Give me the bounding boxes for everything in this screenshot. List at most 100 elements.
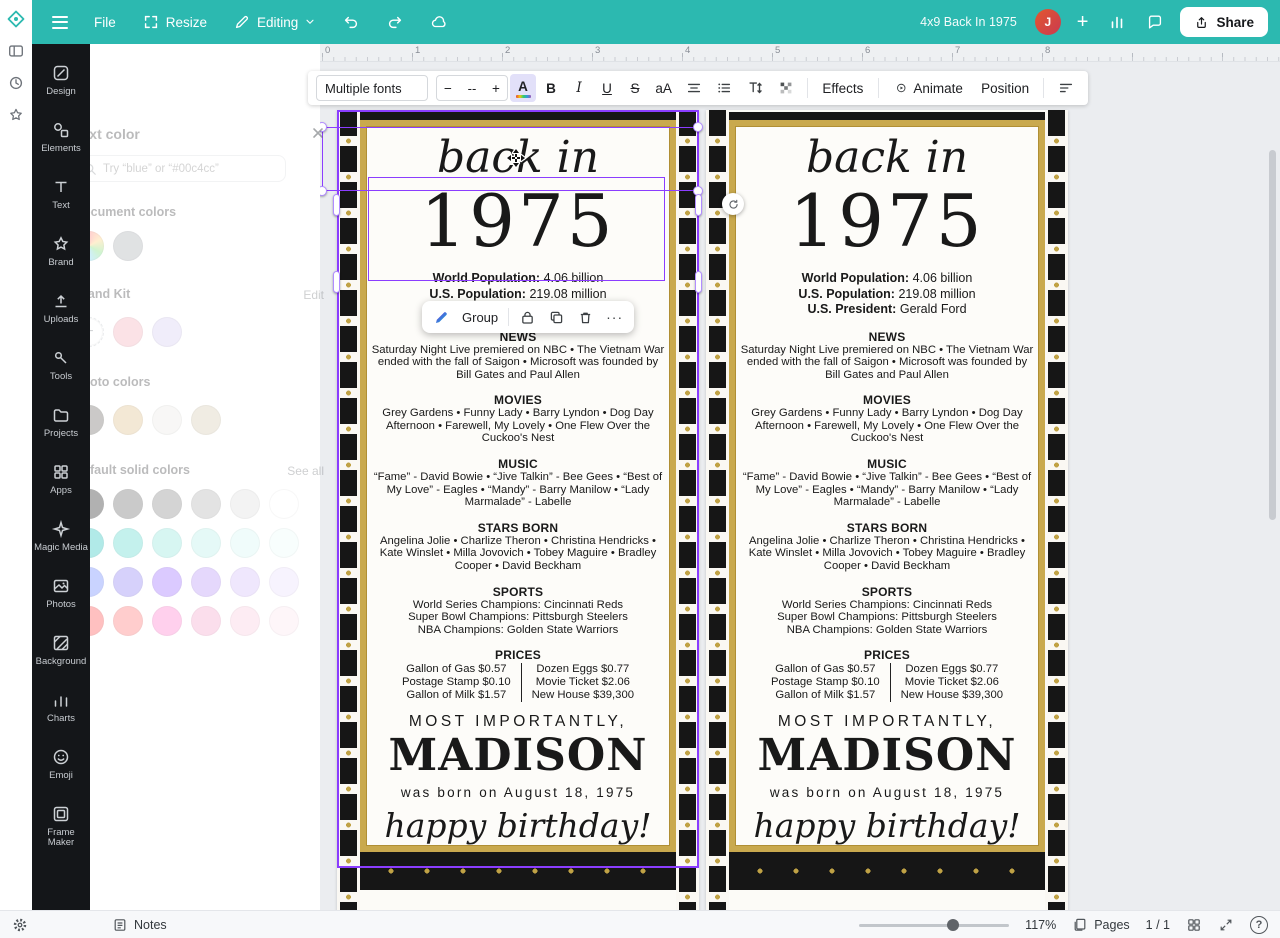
section-body[interactable]: Angelina Jolie • Charlize Theron • Chris… bbox=[366, 535, 670, 573]
delete-button[interactable] bbox=[572, 304, 599, 330]
poster-title-year[interactable]: 1975 bbox=[366, 184, 670, 258]
font-size-decrease-button[interactable]: − bbox=[437, 74, 459, 102]
poster-content[interactable]: back in 1975 World Population: 4.06 bill… bbox=[360, 120, 676, 852]
poster-content[interactable]: back in 1975 World Population: 4.06 bill… bbox=[729, 120, 1045, 852]
color-swatch[interactable] bbox=[152, 405, 182, 435]
effects-button[interactable]: Effects bbox=[815, 74, 871, 102]
recent-button[interactable] bbox=[5, 72, 27, 94]
section-heading[interactable]: STARS BORN bbox=[366, 521, 670, 535]
text-color-button[interactable]: A bbox=[510, 74, 536, 102]
settings-button[interactable] bbox=[12, 917, 28, 933]
color-swatch[interactable] bbox=[152, 606, 182, 636]
strikethrough-button[interactable]: S bbox=[622, 74, 648, 102]
section-heading[interactable]: PRICES bbox=[735, 648, 1039, 662]
list-button[interactable] bbox=[710, 74, 739, 102]
section-heading[interactable]: MUSIC bbox=[366, 457, 670, 471]
sidebar-item-design[interactable]: Design bbox=[32, 54, 90, 111]
sidebar-item-apps[interactable]: Apps bbox=[32, 453, 90, 510]
color-swatch[interactable] bbox=[191, 489, 221, 519]
design-canvas[interactable]: 0 1 2 3 4 5 6 7 8 back in 1975 World Pop… bbox=[320, 44, 1280, 910]
see-all-link[interactable]: See all bbox=[287, 464, 324, 478]
vertical-scrollbar[interactable] bbox=[1269, 150, 1276, 520]
position-button[interactable]: Position bbox=[974, 74, 1036, 102]
color-swatch[interactable] bbox=[269, 489, 299, 519]
prices-columns[interactable]: Gallon of Gas $0.57 Postage Stamp $0.10 … bbox=[366, 663, 670, 702]
bold-button[interactable]: B bbox=[538, 74, 564, 102]
color-swatch[interactable] bbox=[113, 489, 143, 519]
rotate-handle[interactable] bbox=[722, 193, 744, 215]
poster-stats[interactable]: World Population: 4.06 billion U.S. Popu… bbox=[735, 271, 1039, 318]
selection-side-handle[interactable] bbox=[695, 271, 702, 293]
section-body[interactable]: Saturday Night Live premiered on NBC • T… bbox=[735, 344, 1039, 382]
color-swatch[interactable] bbox=[113, 606, 143, 636]
section-heading[interactable]: MUSIC bbox=[735, 457, 1039, 471]
most-importantly-text[interactable]: MOST IMPORTANTLY, bbox=[735, 713, 1039, 731]
section-heading[interactable]: MOVIES bbox=[735, 393, 1039, 407]
sidebar-item-background[interactable]: Background bbox=[32, 624, 90, 681]
color-swatch[interactable] bbox=[113, 231, 143, 261]
section-body[interactable]: Angelina Jolie • Charlize Theron • Chris… bbox=[735, 535, 1039, 573]
brand-edit-link[interactable]: Edit bbox=[303, 288, 324, 302]
text-case-button[interactable]: aA bbox=[650, 74, 677, 102]
sidebar-item-text[interactable]: Text bbox=[32, 168, 90, 225]
color-search-box[interactable] bbox=[74, 155, 286, 182]
home-button[interactable] bbox=[5, 8, 27, 30]
pages-button[interactable]: Pages bbox=[1072, 917, 1129, 933]
sidebar-item-charts[interactable]: Charts bbox=[32, 681, 90, 738]
poster-name[interactable]: MADISON bbox=[366, 733, 670, 779]
color-swatch[interactable] bbox=[269, 528, 299, 558]
sidebar-item-elements[interactable]: Elements bbox=[32, 111, 90, 168]
underline-button[interactable]: U bbox=[594, 74, 620, 102]
color-swatch[interactable] bbox=[230, 567, 260, 597]
group-button[interactable]: Group bbox=[457, 304, 503, 330]
insights-button[interactable] bbox=[1104, 6, 1130, 38]
color-swatch[interactable] bbox=[269, 606, 299, 636]
more-options-button[interactable]: ··· bbox=[601, 304, 628, 330]
poster-title-year[interactable]: 1975 bbox=[735, 184, 1039, 258]
poster-title-script[interactable]: back in bbox=[366, 132, 670, 184]
section-body[interactable]: Grey Gardens • Funny Lady • Barry Lyndon… bbox=[366, 407, 670, 445]
section-heading[interactable]: PRICES bbox=[366, 648, 670, 662]
sidebar-item-brand[interactable]: Brand bbox=[32, 225, 90, 282]
font-size-increase-button[interactable]: + bbox=[485, 74, 507, 102]
color-swatch[interactable] bbox=[152, 317, 182, 347]
avatar[interactable]: J bbox=[1035, 9, 1061, 35]
color-swatch[interactable] bbox=[269, 567, 299, 597]
color-swatch[interactable] bbox=[191, 528, 221, 558]
color-swatch[interactable] bbox=[113, 528, 143, 558]
share-button[interactable]: Share bbox=[1180, 7, 1268, 37]
poster-birthdate[interactable]: was born on August 18, 1975 bbox=[366, 785, 670, 800]
color-swatch[interactable] bbox=[113, 567, 143, 597]
color-swatch[interactable] bbox=[113, 317, 143, 347]
prices-columns[interactable]: Gallon of Gas $0.57 Postage Stamp $0.10 … bbox=[735, 663, 1039, 702]
section-heading[interactable]: SPORTS bbox=[735, 585, 1039, 599]
section-heading[interactable]: STARS BORN bbox=[735, 521, 1039, 535]
section-body[interactable]: World Series Champions: Cincinnati Reds … bbox=[735, 599, 1039, 637]
most-importantly-text[interactable]: MOST IMPORTANTLY, bbox=[366, 713, 670, 731]
color-swatch[interactable] bbox=[152, 489, 182, 519]
canvas-page-2[interactable]: back in 1975 World Population: 4.06 bill… bbox=[706, 110, 1068, 910]
section-heading[interactable]: NEWS bbox=[735, 330, 1039, 344]
comments-button[interactable] bbox=[1142, 6, 1168, 38]
color-swatch[interactable] bbox=[152, 528, 182, 558]
main-menu-button[interactable] bbox=[42, 6, 78, 38]
zoom-level[interactable]: 117% bbox=[1025, 918, 1056, 932]
section-body[interactable]: World Series Champions: Cincinnati Reds … bbox=[366, 599, 670, 637]
selection-corner-handle[interactable] bbox=[320, 186, 327, 196]
lock-button[interactable] bbox=[514, 304, 541, 330]
alignment-button[interactable] bbox=[679, 74, 708, 102]
section-body[interactable]: “Fame” - David Bowie • “Jive Talkin” - B… bbox=[735, 471, 1039, 509]
sidebar-item-frame-maker[interactable]: Frame Maker bbox=[32, 795, 90, 852]
color-search-input[interactable] bbox=[103, 163, 277, 175]
italic-button[interactable]: I bbox=[566, 74, 592, 102]
sidebar-item-emoji[interactable]: Emoji bbox=[32, 738, 90, 795]
section-body[interactable]: Saturday Night Live premiered on NBC • T… bbox=[366, 344, 670, 382]
color-swatch[interactable] bbox=[113, 405, 143, 435]
poster-title-script[interactable]: back in bbox=[735, 132, 1039, 184]
spacing-button[interactable] bbox=[741, 74, 770, 102]
add-member-button[interactable]: + bbox=[1073, 6, 1093, 38]
selection-side-handle[interactable] bbox=[695, 194, 702, 216]
document-title[interactable]: 4x9 Back In 1975 bbox=[920, 15, 1017, 29]
selection-side-handle[interactable] bbox=[333, 194, 340, 216]
tidy-up-button[interactable] bbox=[1051, 74, 1080, 102]
